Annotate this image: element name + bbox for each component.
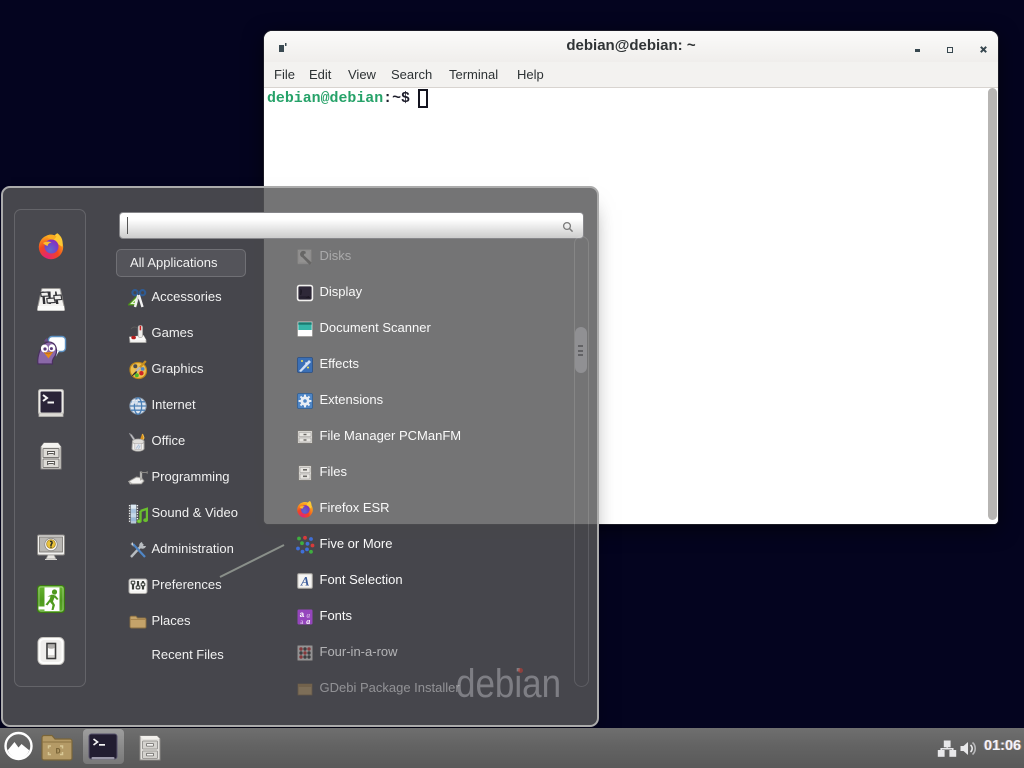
svg-text:a: a bbox=[306, 617, 310, 626]
svg-text:D: D bbox=[56, 747, 61, 757]
svg-text:A: A bbox=[300, 574, 310, 589]
